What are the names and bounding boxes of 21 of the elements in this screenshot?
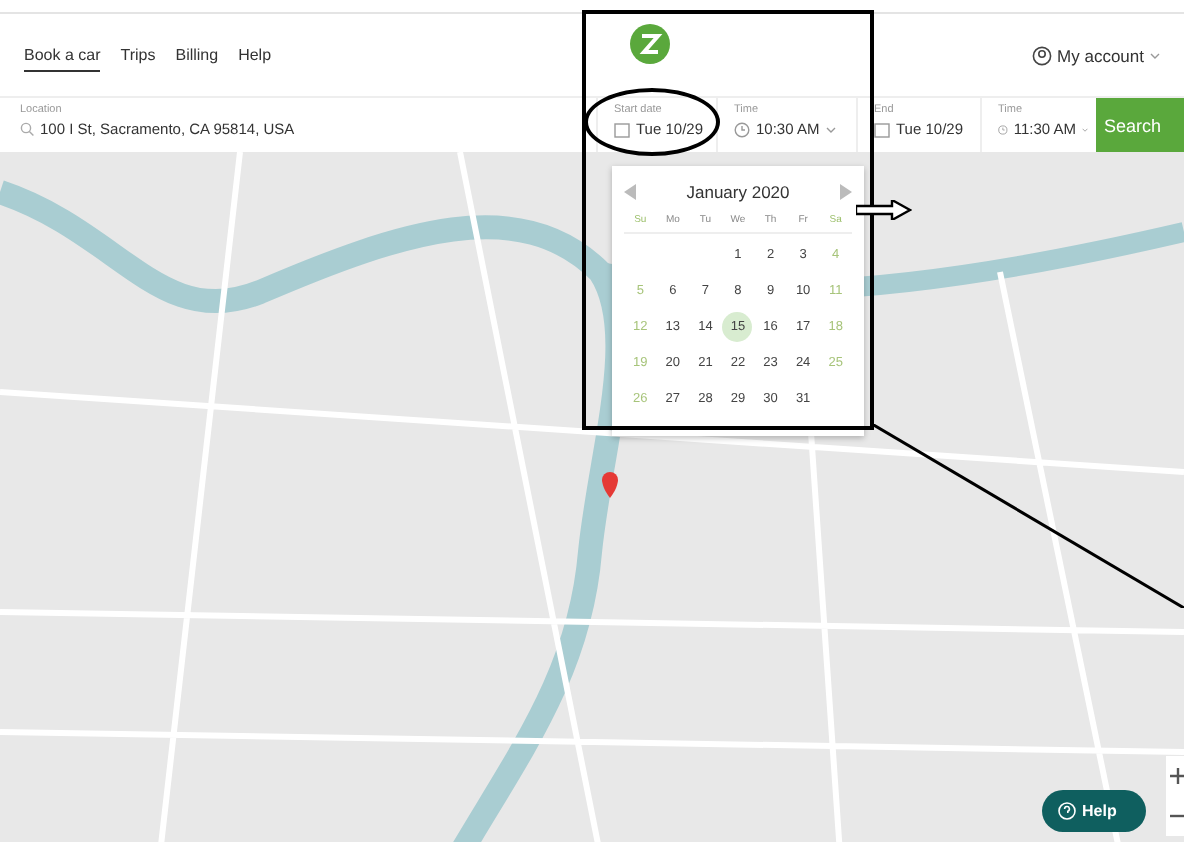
chevron-down-icon: [1150, 51, 1160, 59]
question-icon: [1058, 802, 1076, 820]
calendar-icon: [614, 121, 630, 137]
clock-icon: [734, 121, 750, 137]
chevron-down-icon: [825, 125, 836, 133]
nav-tab[interactable]: Billing: [175, 39, 219, 71]
search-icon: [20, 122, 34, 136]
clock-icon: [998, 121, 1008, 137]
nav-tab[interactable]: Help: [238, 39, 272, 71]
calendar-icon: [874, 121, 890, 137]
logo-icon: [630, 24, 670, 64]
account-icon: [1031, 45, 1052, 65]
annotation-ellipse: [584, 88, 720, 156]
calendar-month: January 2020: [686, 182, 790, 202]
map-pin-icon: [602, 472, 618, 498]
help-button[interactable]: Help: [1042, 790, 1146, 832]
nav-tab[interactable]: Book a car: [24, 39, 101, 71]
zoom-in-icon[interactable]: [1170, 768, 1184, 784]
nav-tab[interactable]: Trips: [120, 39, 156, 71]
zoom-control[interactable]: [1166, 756, 1184, 836]
account-button[interactable]: My account: [1031, 45, 1160, 65]
